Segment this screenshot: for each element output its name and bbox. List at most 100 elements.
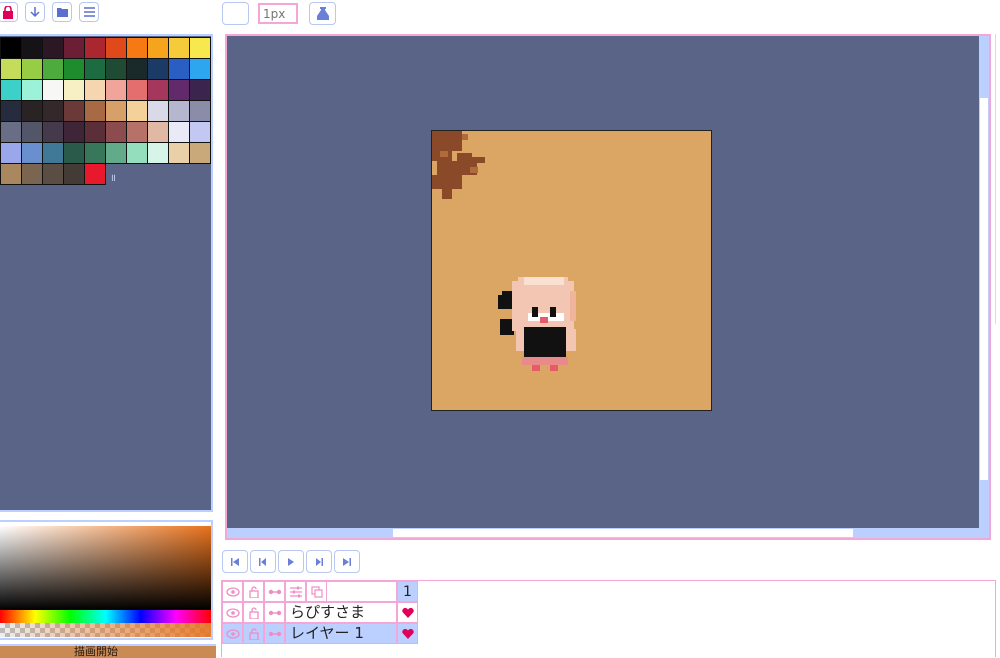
layer-visibility-toggle[interactable] [222, 602, 243, 623]
folder-button[interactable] [52, 2, 72, 22]
palette-swatch[interactable] [0, 79, 22, 101]
palette-swatch[interactable] [105, 100, 127, 122]
palette-swatch[interactable] [168, 37, 190, 59]
palette-swatch[interactable] [42, 121, 64, 143]
layer-lock-toggle[interactable] [243, 623, 264, 644]
palette-resize-handle[interactable]: ॥ [110, 170, 116, 184]
palette-swatch[interactable] [168, 79, 190, 101]
layer-visibility-toggle[interactable] [222, 623, 243, 644]
palette-swatch[interactable] [105, 79, 127, 101]
canvas-workspace[interactable] [225, 34, 991, 540]
menu-button[interactable] [79, 2, 99, 22]
layer-name[interactable]: らぴすさま [285, 602, 397, 623]
palette-swatch[interactable] [0, 37, 22, 59]
palette-swatch[interactable] [168, 58, 190, 80]
palette-swatch[interactable] [42, 79, 64, 101]
duplicate-header-button[interactable] [306, 581, 327, 602]
layer-frame-cell[interactable] [397, 623, 418, 644]
frame-number-cell[interactable]: 1 [397, 581, 418, 602]
palette-swatch[interactable] [84, 163, 106, 185]
palette-swatch[interactable] [168, 142, 190, 164]
palette-swatch[interactable] [0, 121, 22, 143]
palette-swatch[interactable] [63, 142, 85, 164]
adjust-header-button[interactable] [285, 581, 306, 602]
palette-swatch[interactable] [147, 100, 169, 122]
palette-swatch[interactable] [21, 37, 43, 59]
palette-swatch[interactable] [105, 58, 127, 80]
blank-tool-button[interactable] [222, 2, 249, 25]
palette-swatch[interactable] [63, 58, 85, 80]
palette-swatch[interactable] [189, 58, 211, 80]
palette-swatch[interactable] [168, 121, 190, 143]
palette-swatch[interactable] [0, 100, 22, 122]
palette-swatch[interactable] [189, 121, 211, 143]
next-frame-button[interactable] [306, 550, 332, 573]
palette-swatch[interactable] [42, 142, 64, 164]
lock-button[interactable] [0, 2, 18, 22]
prev-frame-button[interactable] [250, 550, 276, 573]
palette-swatch[interactable] [63, 100, 85, 122]
palette-swatch[interactable] [0, 163, 22, 185]
brush-size-input[interactable] [258, 3, 298, 24]
play-button[interactable] [278, 550, 304, 573]
palette-swatch[interactable] [126, 142, 148, 164]
horizontal-scrollbar[interactable] [227, 528, 989, 538]
bucket-fill-button[interactable] [309, 2, 336, 25]
palette-swatch[interactable] [126, 58, 148, 80]
palette-swatch[interactable] [105, 121, 127, 143]
palette-swatch[interactable] [21, 79, 43, 101]
layer-name[interactable]: レイヤー 1 [285, 623, 397, 644]
palette-swatch[interactable] [147, 79, 169, 101]
palette-swatch[interactable] [63, 163, 85, 185]
palette-swatch[interactable] [84, 79, 106, 101]
hue-slider[interactable] [0, 610, 211, 623]
palette-swatch[interactable] [189, 142, 211, 164]
palette-swatch[interactable] [189, 79, 211, 101]
palette-swatch[interactable] [126, 79, 148, 101]
vertical-scrollbar[interactable] [979, 36, 989, 530]
eye-header-button[interactable] [222, 581, 243, 602]
palette-swatch[interactable] [21, 121, 43, 143]
palette-swatch[interactable] [147, 121, 169, 143]
palette-swatch[interactable] [126, 121, 148, 143]
palette-swatch[interactable] [189, 37, 211, 59]
vertical-scroll-thumb[interactable] [980, 98, 988, 480]
palette-swatch[interactable] [21, 142, 43, 164]
palette-swatch[interactable] [147, 142, 169, 164]
layer-row[interactable]: らぴすさま [222, 602, 418, 623]
first-frame-button[interactable] [222, 550, 248, 573]
palette-swatch[interactable] [147, 37, 169, 59]
palette-swatch[interactable] [126, 100, 148, 122]
palette-swatch[interactable] [0, 58, 22, 80]
palette-swatch[interactable] [147, 58, 169, 80]
palette-swatch[interactable] [84, 142, 106, 164]
palette-swatch[interactable] [63, 121, 85, 143]
alpha-slider[interactable] [0, 623, 211, 637]
layer-link-toggle[interactable] [264, 623, 285, 644]
saturation-value-area[interactable] [0, 526, 211, 610]
palette-swatch[interactable] [189, 100, 211, 122]
palette-swatch[interactable] [42, 58, 64, 80]
layer-lock-toggle[interactable] [243, 602, 264, 623]
palette-swatch[interactable] [0, 142, 22, 164]
palette-swatch[interactable] [84, 58, 106, 80]
link-header-button[interactable] [264, 581, 285, 602]
layer-frame-cell[interactable] [397, 602, 418, 623]
last-frame-button[interactable] [334, 550, 360, 573]
horizontal-scroll-thumb[interactable] [393, 529, 853, 537]
lock-header-button[interactable] [243, 581, 264, 602]
palette-swatch[interactable] [21, 163, 43, 185]
palette-swatch[interactable] [84, 121, 106, 143]
palette-swatch[interactable] [105, 142, 127, 164]
draw-start-tab[interactable]: 描画開始 [0, 644, 216, 658]
palette-swatch[interactable] [42, 100, 64, 122]
palette-swatch[interactable] [105, 37, 127, 59]
drawing-canvas[interactable] [431, 130, 712, 411]
palette-swatch[interactable] [84, 100, 106, 122]
palette-swatch[interactable] [84, 37, 106, 59]
palette-swatch[interactable] [21, 100, 43, 122]
palette-swatch[interactable] [42, 163, 64, 185]
download-button[interactable] [25, 2, 45, 22]
palette-swatch[interactable] [168, 100, 190, 122]
palette-swatch[interactable] [21, 58, 43, 80]
